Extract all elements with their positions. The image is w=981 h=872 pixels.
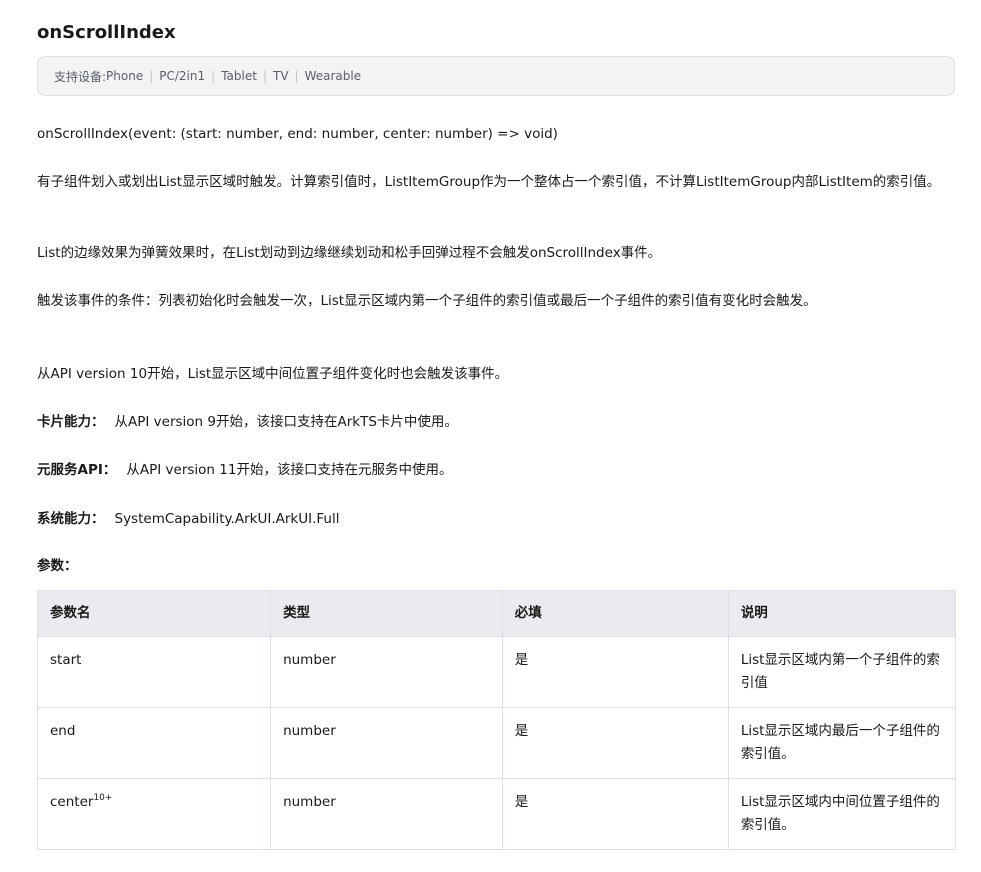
params-table: 参数名 类型 必填 说明 start number 是 List显示区域内第一个…	[36, 590, 957, 850]
table-header-row: 参数名 类型 必填 说明	[36, 590, 957, 637]
card-capability: 卡片能力： 从API version 9开始，该接口支持在ArkTS卡片中使用。	[37, 411, 947, 433]
param-name-cell: start	[36, 636, 272, 708]
description-paragraph-3: 触发该事件的条件：列表初始化时会触发一次，List显示区域内第一个子组件的索引值…	[37, 293, 817, 309]
header-required: 必填	[501, 590, 729, 637]
param-name-cell: center10+	[36, 778, 272, 850]
header-param-name: 参数名	[36, 590, 272, 637]
params-heading: 参数：	[37, 558, 78, 574]
devices-label: 支持设备:	[54, 69, 107, 84]
device-separator: |	[211, 69, 216, 83]
card-capability-label: 卡片能力：	[37, 414, 105, 430]
table-row: end number 是 List显示区域内最后一个子组件的索引值。	[36, 707, 957, 779]
system-capability-label: 系统能力：	[37, 511, 105, 527]
description-paragraph-4: 从API version 10开始，List显示区域中间位置子组件变化时也会触发…	[37, 366, 509, 382]
api-version-superscript: 10+	[93, 792, 113, 803]
param-name-cell: end	[36, 707, 272, 779]
param-type-cell: number	[270, 707, 503, 779]
device-tablet: Tablet	[221, 69, 257, 83]
device-pc: PC/2in1	[159, 69, 206, 83]
param-description-cell: List显示区域内最后一个子组件的索引值。	[727, 707, 957, 779]
param-type-cell: number	[270, 636, 503, 708]
param-description-cell: List显示区域内中间位置子组件的索引值。	[727, 778, 957, 850]
device-separator: |	[149, 69, 154, 83]
supported-devices-bar: 支持设备: Phone | PC/2in1 | Tablet | TV | We…	[37, 56, 955, 96]
device-wearable: Wearable	[304, 69, 362, 83]
param-required-cell: 是	[501, 778, 729, 850]
atomic-service-text: 从API version 11开始，该接口支持在元服务中使用。	[126, 462, 453, 478]
device-tv: TV	[272, 69, 289, 83]
device-separator: |	[262, 69, 267, 83]
param-required-cell: 是	[501, 636, 729, 708]
description-paragraph-1: 有子组件划入或划出List显示区域时触发。计算索引值时，ListItemGrou…	[37, 174, 941, 190]
table-row: start number 是 List显示区域内第一个子组件的索引值	[36, 636, 957, 708]
table-row: center10+ number 是 List显示区域内中间位置子组件的索引值。	[36, 778, 957, 850]
atomic-service-label: 元服务API：	[37, 462, 117, 478]
card-capability-text: 从API version 9开始，该接口支持在ArkTS卡片中使用。	[114, 414, 458, 430]
header-type: 类型	[270, 590, 503, 637]
description-paragraph-2: List的边缘效果为弹簧效果时，在List划动到边缘继续划动和松手回弹过程不会触…	[37, 245, 662, 261]
page-title: onScrollIndex	[37, 22, 176, 43]
header-description: 说明	[727, 590, 957, 637]
param-description-cell: List显示区域内第一个子组件的索引值	[727, 636, 957, 708]
method-signature: onScrollIndex(event: (start: number, end…	[37, 126, 558, 142]
system-capability-text: SystemCapability.ArkUI.ArkUI.Full	[114, 511, 340, 527]
device-separator: |	[294, 69, 299, 83]
param-name-text: center	[50, 794, 94, 810]
system-capability: 系统能力： SystemCapability.ArkUI.ArkUI.Full	[37, 508, 947, 530]
atomic-service-api: 元服务API： 从API version 11开始，该接口支持在元服务中使用。	[37, 459, 947, 481]
device-phone: Phone	[106, 69, 144, 83]
param-required-cell: 是	[501, 707, 729, 779]
param-type-cell: number	[270, 778, 503, 850]
